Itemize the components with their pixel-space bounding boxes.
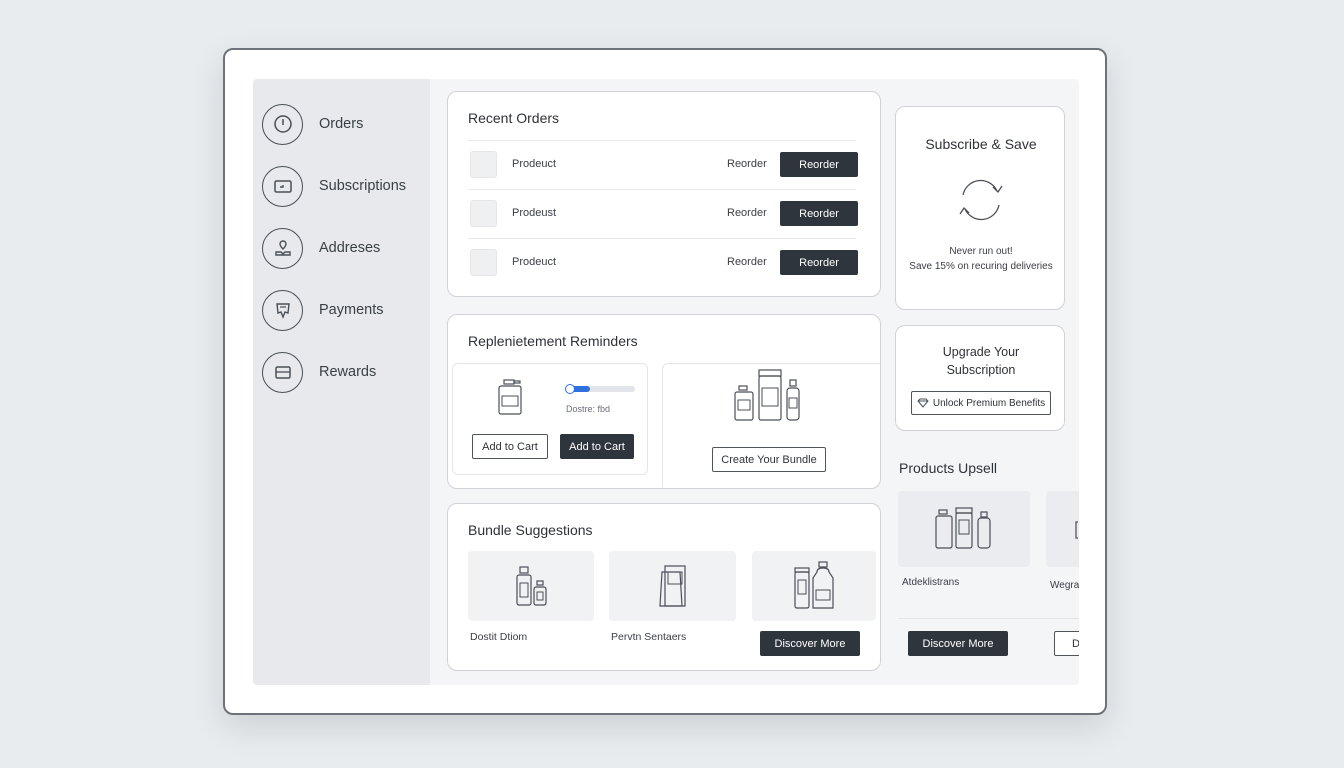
reorder-link[interactable]: Reorder: [727, 207, 767, 219]
replenishment-card: Replenietement Reminders Dostre: fbd Add…: [447, 314, 881, 489]
reorder-button[interactable]: Reorder: [780, 201, 858, 226]
product-thumbnail: [470, 151, 497, 178]
diamond-icon: [917, 398, 929, 408]
app-window: Orders Subscriptions Addreses Payments R…: [223, 48, 1107, 715]
product-bundle-icon: [731, 366, 807, 429]
create-bundle-button[interactable]: Create Your Bundle: [712, 447, 826, 472]
replenishment-title: Replenietement Reminders: [468, 333, 638, 349]
subscribe-line-2: Save 15% on recuring deliveries: [909, 261, 1053, 272]
sidebar-item-label: Subscriptions: [319, 178, 407, 194]
order-product-name: Prodeuct: [512, 256, 557, 268]
order-product-name: Prodeuct: [512, 158, 557, 170]
subscribe-save-card: Subscribe & Save Never run out! Save 15%…: [895, 106, 1065, 310]
card-icon: [262, 165, 303, 207]
bundle-item-label: Pervtn Sentaers: [611, 631, 687, 643]
bundle-thumbnail[interactable]: [609, 551, 736, 621]
progress-handle[interactable]: [565, 384, 575, 394]
upsell-thumbnail[interactable]: [1046, 491, 1079, 567]
upsell-thumbnail[interactable]: [898, 491, 1030, 567]
unlock-premium-label: Unlock Premium Benefits: [932, 397, 1046, 409]
subscribe-line-1: Never run out!: [949, 246, 1013, 257]
recent-orders-card: Recent Orders Prodeuct Reorder Reorder P…: [447, 91, 881, 297]
upsell-title: Products Upsell: [899, 460, 998, 476]
product-thumbnail: [470, 200, 497, 227]
replenish-progress: [565, 384, 635, 394]
recent-orders-title: Recent Orders: [468, 110, 560, 126]
bundle-suggestions-title: Bundle Suggestions: [468, 522, 593, 538]
bundle-suggestions-card: Bundle Suggestions Dostit Dtiom Pervtn S…: [447, 503, 881, 671]
upgrade-title-line-1: Upgrade Your: [942, 345, 1020, 359]
reminder-item: Dostre: fbd Add to Cart Add to Cart: [452, 363, 648, 475]
sidebar-item-payments[interactable]: Payments: [262, 289, 427, 331]
sidebar-item-label: Addreses: [319, 240, 381, 256]
bundle-builder: Create Your Bundle: [662, 363, 880, 487]
upsell-item-label: Wegra: [1050, 580, 1079, 591]
bundle-thumbnail[interactable]: [468, 551, 594, 621]
order-product-name: Prodeust: [512, 207, 557, 219]
upsell-discover-button[interactable]: Discover More: [908, 631, 1008, 656]
refresh-icon: [951, 173, 1011, 232]
unlock-premium-button[interactable]: Unlock Premium Benefits: [911, 391, 1051, 415]
progress-label: Dostre: fbd: [566, 404, 611, 414]
sidebar-item-subscriptions[interactable]: Subscriptions: [262, 165, 427, 207]
app-body: Orders Subscriptions Addreses Payments R…: [253, 79, 1079, 685]
upgrade-card: Upgrade Your Subscription Unlock Premium…: [895, 325, 1065, 431]
sidebar-item-rewards[interactable]: Rewards: [262, 351, 427, 393]
sidebar-item-addresses[interactable]: Addreses: [262, 227, 427, 269]
reorder-link[interactable]: Reorder: [727, 256, 767, 268]
bottle-icon: [495, 378, 525, 421]
upgrade-title-line-2: Subscription: [946, 363, 1016, 377]
product-thumbnail: [470, 249, 497, 276]
sidebar-item-orders[interactable]: Orders: [262, 103, 427, 145]
clock-icon: [262, 103, 303, 145]
reorder-button[interactable]: Reorder: [780, 152, 858, 177]
discover-more-button[interactable]: Discover More: [760, 631, 860, 656]
divider: [898, 618, 1079, 619]
order-row: Prodeuct Reorder Reorder: [468, 238, 858, 286]
order-row: Prodeuct Reorder Reorder: [468, 140, 858, 188]
bundle-item-label: Dostit Dtiom: [470, 631, 528, 643]
reorder-link[interactable]: Reorder: [727, 158, 767, 170]
sidebar: Orders Subscriptions Addreses Payments R…: [253, 79, 430, 685]
subscribe-save-title: Subscribe & Save: [925, 136, 1037, 152]
sidebar-item-label: Rewards: [319, 364, 377, 380]
location-icon: [262, 227, 303, 269]
add-to-cart-button[interactable]: Add to Cart: [560, 434, 634, 459]
upsell-item-label: Atdeklistrans: [902, 577, 960, 588]
sidebar-item-label: Orders: [319, 116, 364, 132]
reorder-button[interactable]: Reorder: [780, 250, 858, 275]
order-row: Prodeust Reorder Reorder: [468, 189, 858, 237]
sidebar-item-label: Payments: [319, 302, 384, 318]
receipt-icon: [262, 289, 303, 331]
wallet-icon: [262, 351, 303, 393]
add-to-cart-outline-button[interactable]: Add to Cart: [472, 434, 548, 459]
bundle-thumbnail[interactable]: [752, 551, 876, 621]
upsell-discover-button[interactable]: D: [1054, 631, 1079, 656]
